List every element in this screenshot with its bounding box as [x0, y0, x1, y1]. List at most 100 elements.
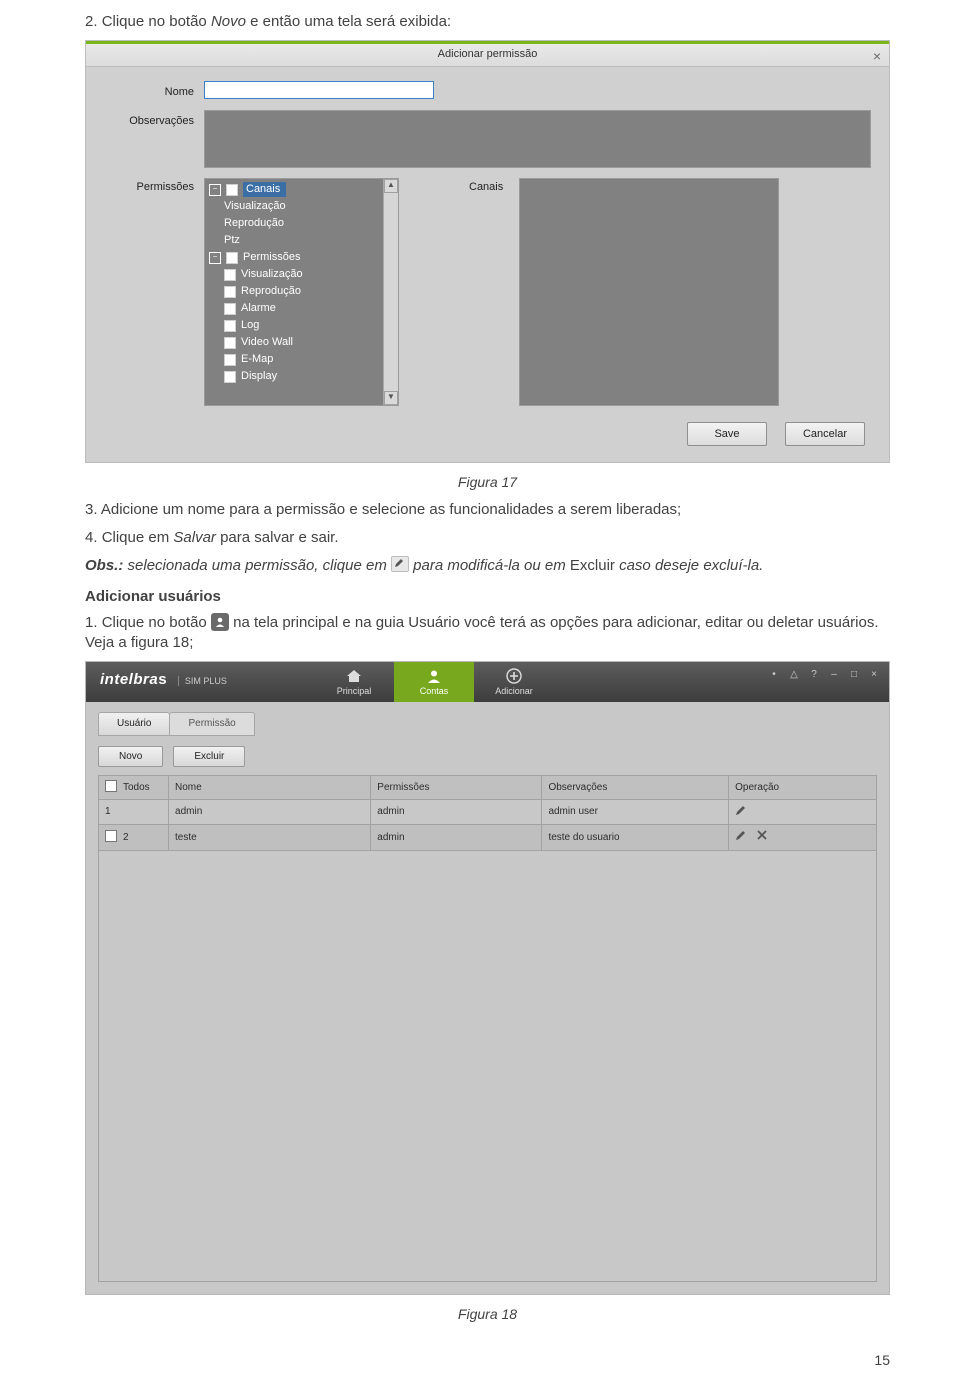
step-text: Clique no botão	[102, 614, 211, 631]
scroll-up-icon[interactable]: ▲	[384, 179, 398, 193]
tab-adicionar[interactable]: Adicionar	[474, 662, 554, 702]
maximize-icon[interactable]: □	[849, 668, 859, 682]
tree-visualizacao[interactable]: Visualização	[209, 198, 394, 215]
subtab-permissao[interactable]: Permissão	[169, 712, 254, 736]
checkbox-icon[interactable]	[105, 780, 117, 792]
tree-perm-display[interactable]: Display	[209, 368, 394, 385]
plus-icon	[504, 668, 524, 684]
dialog-body: Nome Observações Permissões −Canais Visu…	[86, 67, 889, 462]
cancel-button[interactable]: Cancelar	[785, 422, 865, 446]
step-number: 1.	[85, 614, 102, 631]
edit-icon	[391, 556, 409, 572]
scrollbar[interactable]: ▲ ▼	[383, 179, 398, 405]
help-icon[interactable]: ?	[809, 668, 819, 682]
minimize-icon[interactable]: –	[829, 668, 839, 682]
col-observacoes: Observações	[542, 776, 729, 800]
edit-icon[interactable]	[735, 829, 747, 841]
checkbox-icon[interactable]	[224, 269, 236, 281]
excluir-button[interactable]: Excluir	[173, 746, 245, 768]
edit-icon[interactable]	[735, 804, 747, 816]
page: 2. Clique no botão Novo e então uma tela…	[0, 0, 960, 1396]
window-body: Usuário Permissão Novo Excluir Todos Nom…	[86, 702, 889, 1294]
step-text-b: para salvar e sair.	[220, 529, 338, 546]
figure-17-dialog: Adicionar permissão × Nome Observações P…	[85, 40, 890, 463]
tree-perm-emap[interactable]: E-Map	[209, 351, 394, 368]
nome-field[interactable]	[204, 81, 434, 99]
figure-18-caption: Figura 18	[85, 1305, 890, 1324]
table-row[interactable]: 2 teste admin teste do usuario	[99, 825, 877, 851]
cell-nome: teste	[169, 825, 371, 851]
canais-list[interactable]	[519, 178, 779, 406]
close-icon[interactable]: ×	[873, 47, 881, 66]
checkbox-icon[interactable]	[226, 184, 238, 196]
checkbox-icon[interactable]	[224, 354, 236, 366]
status-icon[interactable]: •	[769, 668, 779, 682]
dialog-buttons: Save Cancelar	[104, 422, 871, 446]
tree-perm-videowall[interactable]: Video Wall	[209, 334, 394, 351]
sub-tabs: Usuário Permissão	[98, 712, 877, 736]
home-icon	[344, 668, 364, 684]
cell-perm: admin	[371, 825, 542, 851]
cell-obs: admin user	[542, 799, 729, 825]
tree-perm-log[interactable]: Log	[209, 317, 394, 334]
cell-idx: 1	[99, 799, 169, 825]
label-permissoes: Permissões	[104, 178, 204, 406]
lock-icon[interactable]: △	[789, 668, 799, 682]
checkbox-icon[interactable]	[224, 371, 236, 383]
tree-canais[interactable]: −Canais	[209, 181, 394, 198]
step-salvar-word: Salvar	[173, 529, 216, 546]
action-buttons: Novo Excluir	[98, 746, 877, 768]
observacoes-field[interactable]	[204, 110, 871, 168]
checkbox-icon[interactable]	[224, 286, 236, 298]
user-icon	[211, 613, 229, 631]
obs-text-b: para modificá-la ou em	[413, 557, 570, 574]
subtab-usuario[interactable]: Usuário	[98, 712, 170, 736]
table-row[interactable]: 1 admin admin admin user	[99, 799, 877, 825]
save-button[interactable]: Save	[687, 422, 767, 446]
tree-list: −Canais Visualização Reprodução Ptz −Per…	[205, 179, 398, 387]
tree-ptz[interactable]: Ptz	[209, 232, 394, 249]
tab-contas[interactable]: Contas	[394, 662, 474, 702]
step-text-b: e então uma tela será exibida:	[250, 13, 451, 30]
tree-permissoes[interactable]: −Permissões	[209, 249, 394, 266]
cell-nome: admin	[169, 799, 371, 825]
permissions-tree[interactable]: −Canais Visualização Reprodução Ptz −Per…	[204, 178, 399, 406]
delete-icon[interactable]	[756, 829, 768, 841]
figure-17-caption: Figura 17	[85, 473, 890, 492]
checkbox-icon[interactable]	[226, 252, 238, 264]
cell-op	[729, 825, 877, 851]
step-text: Clique em	[102, 529, 174, 546]
users-table: Todos Nome Permissões Observações Operaç…	[98, 775, 877, 851]
scroll-down-icon[interactable]: ▼	[384, 391, 398, 405]
label-observacoes: Observações	[104, 110, 204, 129]
obs-line: Obs.: selecionada uma permissão, clique …	[85, 556, 890, 576]
checkbox-icon[interactable]	[224, 320, 236, 332]
col-todos[interactable]: Todos	[99, 776, 169, 800]
tree-perm-visualizacao[interactable]: Visualização	[209, 266, 394, 283]
cell-obs: teste do usuario	[542, 825, 729, 851]
checkbox-icon[interactable]	[105, 830, 117, 842]
tree-perm-alarme[interactable]: Alarme	[209, 300, 394, 317]
obs-excluir-word: Excluir	[570, 557, 615, 574]
tree-reproducao[interactable]: Reprodução	[209, 215, 394, 232]
tab-principal[interactable]: Principal	[314, 662, 394, 702]
label-nome: Nome	[104, 81, 204, 100]
collapse-icon[interactable]: −	[209, 252, 221, 264]
col-permissoes: Permissões	[371, 776, 542, 800]
window-controls: • △ ? – □ ×	[769, 668, 879, 682]
brand-sub: SIM PLUS	[178, 676, 227, 686]
step-4: 4. Clique em Salvar para salvar e sair.	[85, 528, 890, 548]
brand: intelbras SIM PLUS	[100, 670, 227, 690]
dialog-title: Adicionar permissão	[86, 47, 889, 62]
checkbox-icon[interactable]	[224, 303, 236, 315]
tree-perm-reproducao[interactable]: Reprodução	[209, 283, 394, 300]
cell-op	[729, 799, 877, 825]
step-number: 4.	[85, 529, 102, 546]
collapse-icon[interactable]: −	[209, 184, 221, 196]
row-observacoes: Observações	[104, 110, 871, 168]
checkbox-icon[interactable]	[224, 337, 236, 349]
row-nome: Nome	[104, 81, 871, 100]
novo-button[interactable]: Novo	[98, 746, 163, 768]
add-user-step-1: 1. Clique no botão na tela principal e n…	[85, 613, 890, 654]
close-icon[interactable]: ×	[869, 668, 879, 682]
